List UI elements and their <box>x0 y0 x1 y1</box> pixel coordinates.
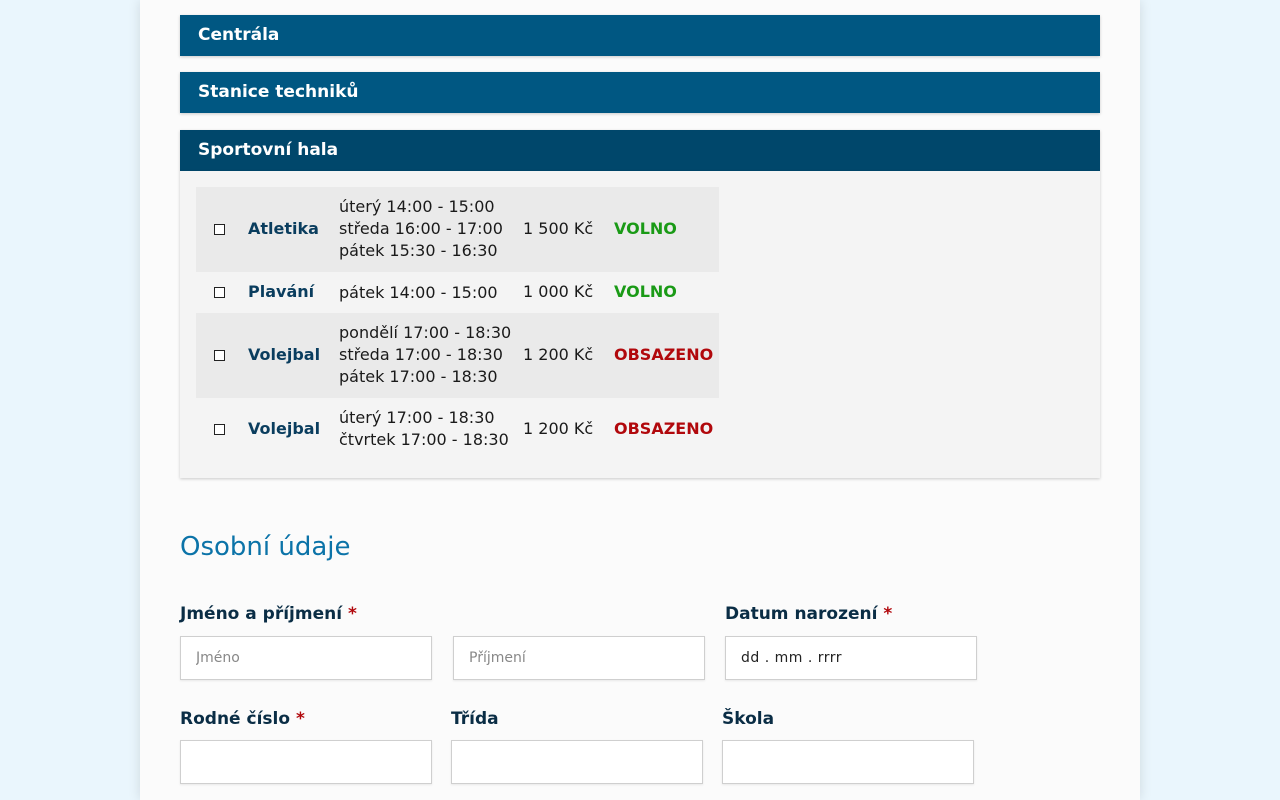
accordion-sportovni-hala[interactable]: Sportovní hala <box>180 130 1100 171</box>
required-mark: * <box>883 604 893 624</box>
activity-name[interactable]: Atletika <box>248 219 319 238</box>
accordion-stanice-techniku[interactable]: Stanice techniků <box>180 72 1100 113</box>
activities-panel: Atletika úterý 14:00 - 15:00 středa 16:0… <box>180 171 1100 478</box>
activity-name[interactable]: Plavání <box>248 282 314 301</box>
activity-row: Plavání pátek 14:00 - 15:00 1 000 Kč VOL… <box>196 272 719 313</box>
time-slot: úterý 14:00 - 15:00 <box>339 197 495 216</box>
activity-checkbox[interactable] <box>214 224 225 235</box>
first-name-input[interactable] <box>180 636 432 680</box>
activity-times: úterý 14:00 - 15:00 středa 16:00 - 17:00… <box>339 196 503 262</box>
status-badge: VOLNO <box>614 282 677 301</box>
accordion-centrala[interactable]: Centrála <box>180 15 1100 56</box>
activity-row: Volejbal pondělí 17:00 - 18:30 středa 17… <box>196 313 719 398</box>
dob-input[interactable]: dd . mm . rrrr <box>725 636 977 680</box>
time-slot: středa 17:00 - 18:30 <box>339 345 503 364</box>
activity-name[interactable]: Volejbal <box>248 419 320 438</box>
time-slot: čtvrtek 17:00 - 18:30 <box>339 430 509 449</box>
school-input[interactable] <box>722 740 974 784</box>
status-badge: VOLNO <box>614 219 677 238</box>
required-mark: * <box>347 604 357 624</box>
activity-checkbox[interactable] <box>214 287 225 298</box>
school-label: Škola <box>722 709 775 729</box>
time-slot: pátek 14:00 - 15:00 <box>339 283 498 302</box>
activity-checkbox[interactable] <box>214 350 225 361</box>
activity-times: pondělí 17:00 - 18:30 středa 17:00 - 18:… <box>339 322 511 388</box>
activity-times: pátek 14:00 - 15:00 <box>339 282 498 304</box>
time-slot: pátek 15:30 - 16:30 <box>339 241 498 260</box>
activity-price: 1 200 Kč <box>523 419 594 438</box>
birth-number-input[interactable] <box>180 740 432 784</box>
status-badge: OBSAZENO <box>614 419 714 438</box>
time-slot: úterý 17:00 - 18:30 <box>339 408 495 427</box>
activity-price: 1 500 Kč <box>523 219 594 238</box>
time-slot: pondělí 17:00 - 18:30 <box>339 323 512 342</box>
dob-placeholder: dd . mm . rrrr <box>741 650 843 666</box>
activity-price: 1 200 Kč <box>523 345 594 364</box>
time-slot: středa 16:00 - 17:00 <box>339 219 503 238</box>
last-name-input[interactable] <box>453 636 705 680</box>
activity-checkbox[interactable] <box>214 424 225 435</box>
name-label: Jméno a příjmení * <box>180 604 357 624</box>
class-label: Třída <box>451 709 499 729</box>
class-input[interactable] <box>451 740 703 784</box>
section-title-personal: Osobní údaje <box>180 532 351 562</box>
activity-price: 1 000 Kč <box>523 282 594 301</box>
activity-row: Volejbal úterý 17:00 - 18:30 čtvrtek 17:… <box>196 398 719 462</box>
activity-name[interactable]: Volejbal <box>248 345 320 364</box>
page-container: Centrála Stanice techniků Sportovní hala… <box>140 0 1140 800</box>
status-badge: OBSAZENO <box>614 345 714 364</box>
required-mark: * <box>295 709 305 729</box>
dob-label: Datum narození * <box>725 604 893 624</box>
time-slot: pátek 17:00 - 18:30 <box>339 367 498 386</box>
birth-number-label: Rodné číslo * <box>180 709 305 729</box>
activity-row: Atletika úterý 14:00 - 15:00 středa 16:0… <box>196 187 719 272</box>
activity-times: úterý 17:00 - 18:30 čtvrtek 17:00 - 18:3… <box>339 407 509 451</box>
